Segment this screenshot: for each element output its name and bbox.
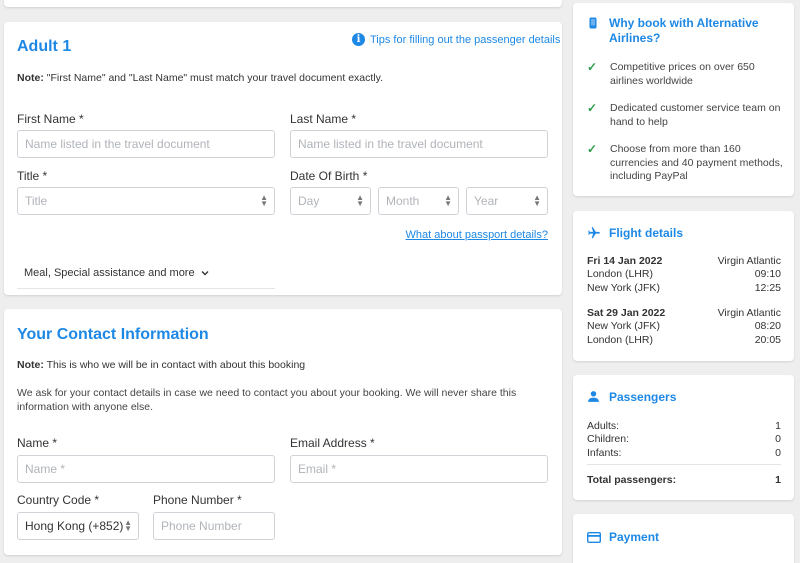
privacy-paragraph: We ask for your contact details in case … — [17, 387, 517, 413]
passenger-total-row: Total passengers: 1 — [587, 474, 781, 487]
flight-leg-1-arrival: New York (JFK) 12:25 — [587, 282, 781, 295]
person-icon — [587, 390, 600, 408]
title-label: Title * — [17, 169, 48, 183]
chevron-down-icon — [201, 266, 209, 280]
meal-assistance-toggle[interactable]: Meal, Special assistance and more — [17, 266, 275, 289]
contact-title: Your Contact Information — [17, 326, 209, 343]
arrival-time: 20:05 — [754, 334, 781, 346]
card-icon — [586, 530, 602, 548]
dob-day-select[interactable]: Day ▲ ▼ — [290, 187, 371, 215]
arrival-airport: New York (JFK) — [587, 282, 660, 294]
passengers-card: Passengers Adults: 1 Children: 0 Infants… — [573, 375, 794, 500]
arrival-airport: London (LHR) — [587, 334, 653, 346]
check-icon: ✓ — [587, 101, 598, 115]
last-name-label: Last Name * — [290, 112, 357, 126]
select-caret-icon: ▲ ▼ — [356, 193, 364, 208]
last-name-field[interactable]: Name listed in the travel document — [290, 130, 548, 158]
flight-leg-2-departure: New York (JFK) 08:20 — [587, 320, 781, 333]
dob-year-select[interactable]: Year ▲ ▼ — [466, 187, 548, 215]
total-value: 1 — [775, 474, 781, 486]
total-label: Total passengers: — [587, 474, 677, 486]
info-icon[interactable]: i — [352, 33, 365, 46]
flight-airline: Virgin Atlantic — [717, 307, 781, 319]
meal-toggle-label: Meal, Special assistance and more — [24, 267, 195, 279]
note-text: "First Name" and "Last Name" must match … — [43, 72, 384, 84]
title-select[interactable]: Title ▲ ▼ — [17, 187, 275, 215]
flight-leg-1-departure: London (LHR) 09:10 — [587, 268, 781, 281]
flight-leg-1-header: Fri 14 Jan 2022 Virgin Atlantic — [587, 255, 781, 268]
first-name-label: First Name * — [17, 112, 84, 126]
departure-airport: New York (JFK) — [587, 320, 660, 332]
note-label: Note: — [17, 72, 44, 84]
passenger-row-adults: Adults: 1 — [587, 420, 781, 433]
passenger-count: 0 — [775, 447, 781, 459]
country-code-value: Hong Kong (+852) — [25, 519, 124, 533]
passenger-type: Infants: — [587, 447, 622, 459]
flight-date: Fri 14 Jan 2022 — [587, 255, 663, 267]
flight-details-card: Flight details Fri 14 Jan 2022 Virgin At… — [573, 211, 794, 361]
first-name-field[interactable]: Name listed in the travel document — [17, 130, 275, 158]
phone-icon — [589, 16, 597, 34]
select-caret-icon: ▲ ▼ — [260, 193, 268, 208]
select-caret-icon: ▲ ▼ — [533, 193, 541, 208]
why-item-text: Dedicated customer service team on hand … — [610, 102, 781, 128]
tips-link[interactable]: Tips for filling out the passenger detai… — [370, 34, 560, 46]
passenger-count: 0 — [775, 433, 781, 445]
contact-information-card: Your Contact Information Note: This is w… — [4, 309, 562, 555]
dob-label: Date Of Birth * — [290, 169, 368, 183]
passenger-count: 1 — [775, 420, 781, 432]
check-icon: ✓ — [587, 142, 598, 156]
departure-time: 09:10 — [754, 268, 781, 280]
departure-time: 08:20 — [754, 320, 781, 332]
phone-number-label: Phone Number * — [153, 493, 242, 507]
arrival-time: 12:25 — [754, 282, 781, 294]
passengers-title: Passengers — [609, 390, 677, 404]
flight-details-title: Flight details — [609, 226, 684, 240]
passport-details-link[interactable]: What about passport details? — [406, 229, 548, 241]
adult-passenger-card: Adult 1 i Tips for filling out the passe… — [4, 22, 562, 295]
flight-leg-2-arrival: London (LHR) 20:05 — [587, 334, 781, 347]
why-book-title: Why book with Alternative Airlines? — [609, 16, 759, 45]
country-code-select[interactable]: Hong Kong (+852) ▲ ▼ — [17, 512, 139, 540]
select-caret-icon: ▲ ▼ — [444, 193, 452, 208]
payment-card: Payment — [573, 514, 794, 563]
note-label: Note: — [17, 359, 44, 371]
email-field[interactable]: Email * — [290, 455, 548, 483]
flight-leg-2-header: Sat 29 Jan 2022 Virgin Atlantic — [587, 307, 781, 320]
why-item-text: Competitive prices on over 650 airlines … — [610, 61, 755, 87]
previous-section-card — [4, 0, 562, 7]
divider — [587, 464, 781, 465]
departure-airport: London (LHR) — [587, 268, 653, 280]
flight-date: Sat 29 Jan 2022 — [587, 307, 666, 319]
dob-year-value: Year — [474, 194, 499, 208]
note-text: This is who we will be in contact with a… — [43, 359, 306, 371]
passenger-type: Children: — [587, 433, 630, 445]
passenger-row-children: Children: 0 — [587, 433, 781, 446]
name-label: Name * — [17, 436, 58, 450]
passenger-row-infants: Infants: 0 — [587, 447, 781, 460]
phone-number-field[interactable]: Phone Number — [153, 512, 275, 540]
dob-month-value: Month — [386, 194, 420, 208]
country-code-label: Country Code * — [17, 493, 100, 507]
contact-note: Note: This is who we will be in contact … — [17, 359, 305, 371]
why-item-text: Choose from more than 160 currencies and… — [610, 143, 783, 182]
name-field[interactable]: Name * — [17, 455, 275, 483]
email-label: Email Address * — [290, 436, 375, 450]
why-book-card: Why book with Alternative Airlines? ✓ Co… — [573, 3, 794, 196]
dob-day-value: Day — [298, 194, 320, 208]
check-icon: ✓ — [587, 60, 598, 74]
payment-title: Payment — [609, 530, 660, 544]
plane-icon — [587, 226, 601, 245]
flight-airline: Virgin Atlantic — [717, 255, 781, 267]
select-caret-icon: ▲ ▼ — [124, 518, 132, 533]
adult-title: Adult 1 — [17, 38, 72, 55]
passenger-type: Adults: — [587, 420, 620, 432]
dob-month-select[interactable]: Month ▲ ▼ — [378, 187, 459, 215]
title-select-value: Title — [25, 194, 48, 208]
adult-note: Note: "First Name" and "Last Name" must … — [17, 72, 383, 84]
